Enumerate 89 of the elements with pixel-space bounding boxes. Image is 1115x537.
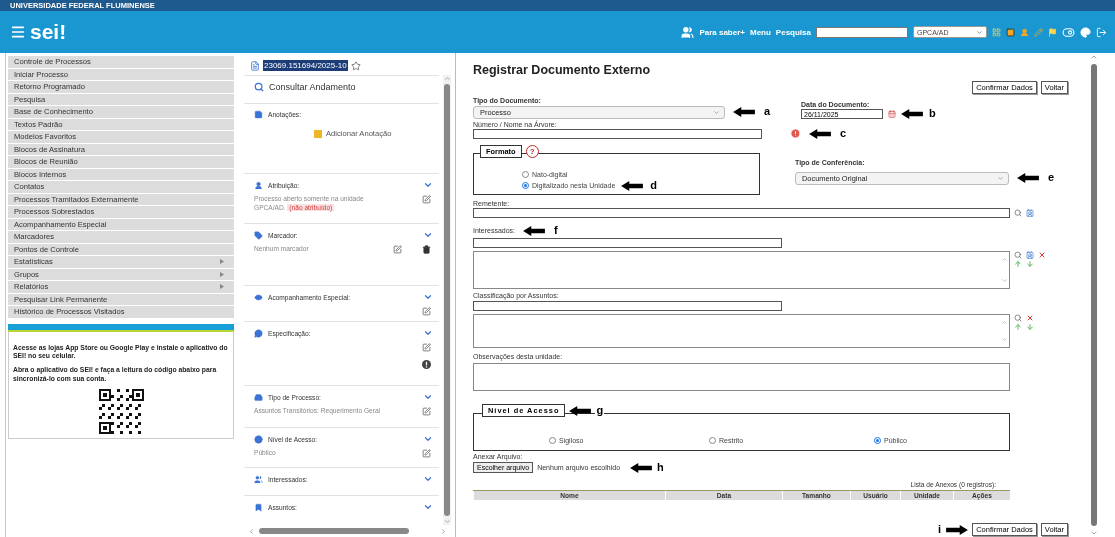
down-arrow-icon[interactable] xyxy=(1026,260,1034,268)
left-arrow-icon xyxy=(569,405,592,416)
input-field[interactable] xyxy=(473,238,782,248)
page-title: Registrar Documento Externo xyxy=(473,63,652,77)
annotation-letter: g xyxy=(595,405,605,416)
up-arrow-icon[interactable] xyxy=(1014,323,1022,331)
left-arrow-icon xyxy=(523,225,546,236)
search-icon xyxy=(254,82,264,92)
input-field[interactable] xyxy=(473,208,1010,218)
input-field[interactable] xyxy=(473,301,782,311)
process-number[interactable]: 23069.151694/2025-10 xyxy=(263,60,348,71)
left-arrow-icon xyxy=(1016,172,1039,183)
caret-icon xyxy=(996,175,1004,182)
note-icon xyxy=(314,129,322,138)
scroll-up-icon[interactable] xyxy=(443,75,451,82)
contact-icon[interactable] xyxy=(1026,251,1034,259)
logout-icon[interactable] xyxy=(1096,26,1107,38)
up-arrow-icon[interactable] xyxy=(1014,260,1022,268)
scroll-right-icon[interactable] xyxy=(440,527,447,535)
info-icon[interactable] xyxy=(422,360,431,369)
scroll-down-icon[interactable] xyxy=(443,518,451,525)
square-icon[interactable] xyxy=(1006,27,1015,37)
trash-icon[interactable] xyxy=(422,245,431,254)
chevron-down-icon[interactable] xyxy=(423,230,433,240)
star-icon[interactable] xyxy=(350,60,361,71)
remove-icon[interactable] xyxy=(1038,251,1046,259)
chevron-down-icon[interactable] xyxy=(423,474,433,484)
left-arrow-icon xyxy=(901,108,923,119)
annotation-letter: e xyxy=(1046,172,1055,183)
right-arrow-icon xyxy=(946,524,969,535)
consult-link[interactable]: Consultar Andamento xyxy=(269,82,356,92)
attribution-section-icon xyxy=(254,180,263,190)
left-arrow-icon xyxy=(733,106,755,117)
caret-icon xyxy=(976,28,983,36)
annotation-letter: d xyxy=(649,180,658,191)
search-icon[interactable] xyxy=(1014,314,1022,322)
annotation-letter: f xyxy=(553,225,559,236)
qr-code xyxy=(98,389,144,435)
scroll-up-icon[interactable] xyxy=(1090,53,1098,61)
subjects-section-icon xyxy=(254,502,263,512)
search-icon[interactable] xyxy=(1014,208,1022,217)
down-arrow-icon[interactable] xyxy=(1026,323,1034,331)
annotation-letter: a xyxy=(763,106,772,117)
interested-section-icon xyxy=(254,474,263,484)
list-box[interactable] xyxy=(473,314,1010,348)
left-arrow-icon xyxy=(630,462,653,473)
notes-section-icon xyxy=(254,110,263,119)
chevron-down-icon[interactable] xyxy=(423,292,433,302)
edit-icon[interactable] xyxy=(422,343,431,352)
chevron-down-icon[interactable] xyxy=(423,328,433,338)
left-arrow-icon xyxy=(621,180,644,191)
alert-icon xyxy=(790,128,801,139)
edit-icon[interactable] xyxy=(422,449,431,458)
users-icon[interactable] xyxy=(681,25,695,39)
left-arrow-icon xyxy=(809,128,831,139)
remove-icon[interactable] xyxy=(1026,314,1034,322)
edit-icon[interactable] xyxy=(422,407,431,416)
chevron-down-icon[interactable] xyxy=(423,434,433,444)
calendar-icon[interactable] xyxy=(888,109,896,118)
toggle-icon[interactable] xyxy=(1062,25,1075,39)
document-icon xyxy=(250,60,260,71)
scroll-left-icon[interactable] xyxy=(248,527,255,535)
edit-icon[interactable] xyxy=(422,307,431,316)
annotation-letter: b xyxy=(928,108,937,119)
chevron-down-icon[interactable] xyxy=(423,180,433,190)
help-icon[interactable]: ? xyxy=(525,145,539,158)
palette-icon[interactable] xyxy=(1080,26,1091,38)
text-area[interactable] xyxy=(473,363,1010,391)
caret-icon xyxy=(713,109,720,116)
input-field[interactable] xyxy=(473,129,762,139)
edit-icon[interactable] xyxy=(393,245,402,254)
annotation-letter: c xyxy=(839,128,848,139)
chevron-down-icon[interactable] xyxy=(423,392,433,402)
marker-section-icon xyxy=(254,230,263,240)
annotation-letter: h xyxy=(656,462,665,473)
edit-icon[interactable] xyxy=(422,195,431,204)
menu-icon[interactable] xyxy=(10,24,26,40)
contact-icon[interactable] xyxy=(1026,208,1034,217)
scrollbar[interactable] xyxy=(443,75,451,525)
scroll-down-icon[interactable] xyxy=(1090,529,1098,537)
search-icon[interactable] xyxy=(1014,251,1022,259)
search-field[interactable] xyxy=(816,26,908,38)
flag-icon[interactable] xyxy=(1048,27,1057,37)
spec-section-icon xyxy=(254,328,263,338)
list-box[interactable] xyxy=(473,251,1010,289)
scrollbar[interactable] xyxy=(1088,53,1100,537)
grid-icon[interactable] xyxy=(992,27,1001,37)
annotation-letter: i xyxy=(937,524,943,535)
chevron-down-icon[interactable] xyxy=(423,502,433,512)
